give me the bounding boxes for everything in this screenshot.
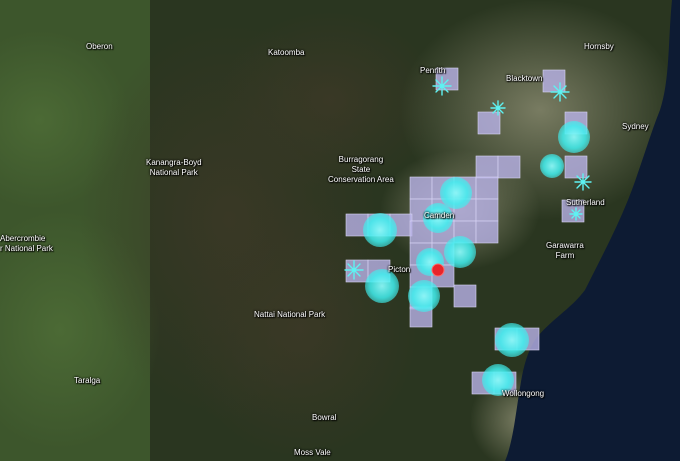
felt-circle — [408, 280, 440, 312]
felt-circle — [540, 154, 564, 178]
place-label-garawarra: Garawarra Farm — [546, 241, 584, 260]
place-label-abercrombie: Abercrombie r National Park — [0, 234, 53, 253]
starburst-icon — [432, 76, 452, 96]
place-label-katoomba: Katoomba — [268, 48, 305, 57]
grid-cell — [564, 155, 588, 179]
felt-circle — [495, 323, 529, 357]
starburst-icon — [490, 100, 506, 116]
place-label-wollongong: Wollongong — [502, 389, 545, 398]
grid-cell — [477, 111, 501, 135]
grid-cell — [409, 176, 433, 200]
place-label-burragorang: Burragorang State Conservation Area — [328, 155, 394, 184]
place-label-picton: Picton — [388, 265, 411, 274]
starburst-icon — [574, 173, 592, 191]
map-imagery — [0, 0, 680, 461]
place-label-camden: Camden — [424, 211, 455, 220]
starburst-icon — [550, 82, 570, 102]
grid-cell — [497, 155, 521, 179]
grid-cell — [475, 176, 499, 200]
epicenter-marker[interactable] — [431, 263, 445, 277]
place-label-sydney: Sydney — [622, 122, 649, 131]
grid-cell — [345, 259, 369, 283]
place-label-bowral: Bowral — [312, 413, 337, 422]
grid-cell — [475, 198, 499, 222]
felt-circle — [363, 213, 397, 247]
starburst-icon — [344, 260, 364, 280]
grid-cell — [475, 155, 499, 179]
felt-circle — [558, 121, 590, 153]
grid-cell — [542, 69, 566, 93]
place-label-kanangra-boyd: Kanangra-Boyd National Park — [146, 158, 202, 177]
place-label-nattai: Nattai National Park — [254, 310, 326, 319]
place-label-blacktown: Blacktown — [506, 74, 543, 83]
place-label-hornsby: Hornsby — [584, 42, 614, 51]
felt-circle — [440, 177, 472, 209]
satellite-map[interactable]: Oberon Katoomba Penrith Blacktown Hornsb… — [0, 0, 680, 461]
grid-cell — [453, 284, 477, 308]
place-label-taralga: Taralga — [74, 376, 101, 385]
place-label-penrith: Penrith — [420, 66, 446, 75]
place-label-oberon: Oberon — [86, 42, 113, 51]
starburst-icon — [569, 207, 583, 221]
place-label-moss-vale: Moss Vale — [294, 448, 331, 457]
grid-cell — [475, 220, 499, 244]
place-label-sutherland: Sutherland — [566, 198, 605, 207]
felt-circle — [444, 236, 476, 268]
